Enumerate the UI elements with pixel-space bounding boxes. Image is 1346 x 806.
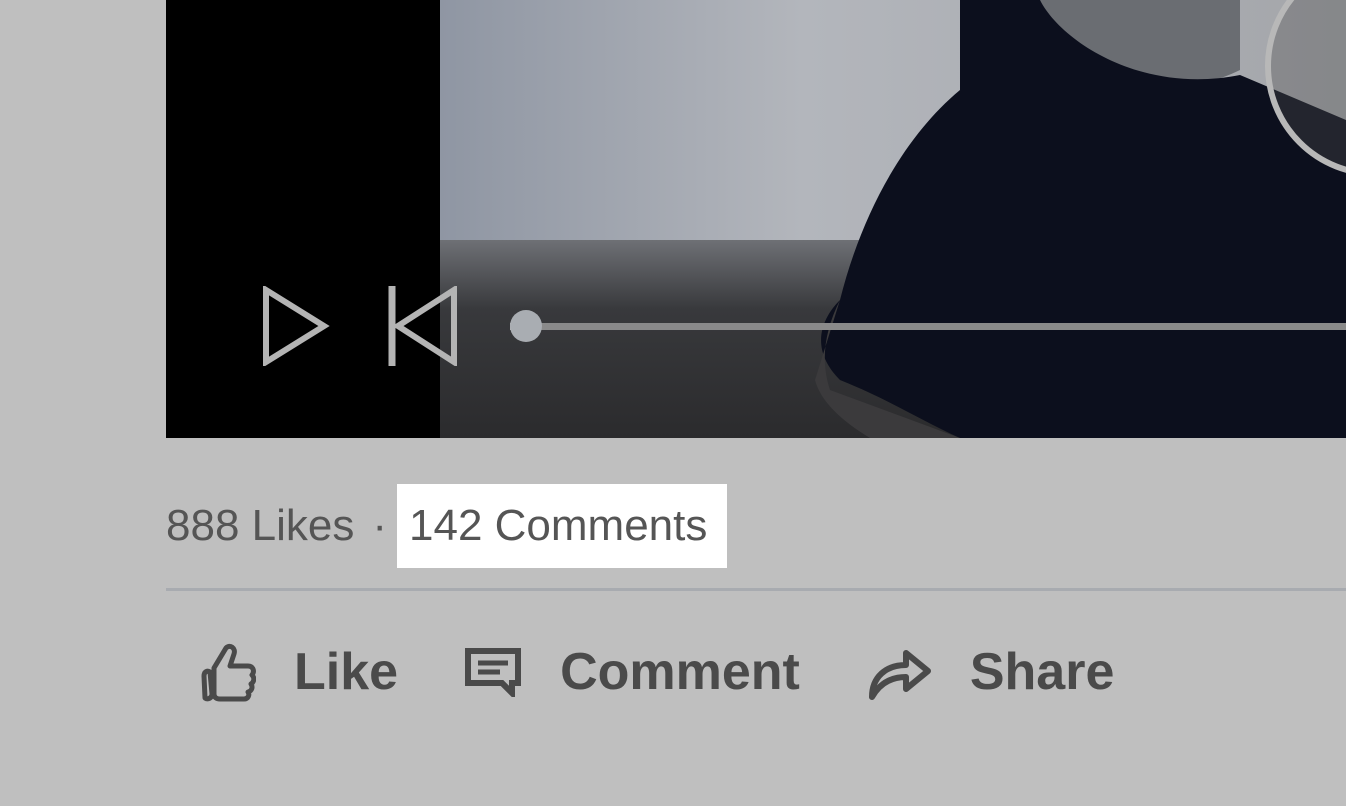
big-play-button[interactable] (1265, 0, 1346, 177)
video-progress-bar[interactable] (510, 309, 1346, 343)
share-label: Share (969, 643, 1115, 701)
divider (166, 588, 1346, 591)
action-bar: Like Comment Share (200, 630, 1180, 714)
video-still (440, 0, 1346, 438)
like-button[interactable]: Like (200, 642, 398, 702)
comment-label: Comment (560, 643, 800, 701)
video-frame (440, 0, 1346, 438)
video-player[interactable] (166, 0, 1346, 438)
stats-separator: · (372, 501, 388, 550)
comment-icon (465, 648, 522, 697)
play-icon[interactable] (262, 286, 332, 366)
share-icon (868, 650, 931, 700)
post-card: 888 Likes · 142 Comments Like Comment Sh (0, 0, 1346, 806)
comment-button[interactable]: Comment (464, 642, 800, 702)
like-label: Like (294, 643, 399, 701)
share-button[interactable]: Share (866, 642, 1115, 702)
play-icon (1271, 0, 1346, 171)
engagement-stats: 888 Likes · 142 Comments (166, 484, 728, 568)
progress-handle[interactable] (510, 310, 542, 342)
likes-count[interactable]: 888 Likes (166, 501, 354, 551)
thumbs-up-icon (201, 643, 256, 702)
progress-track (510, 323, 1346, 330)
skip-back-icon[interactable] (388, 286, 460, 366)
comments-count[interactable]: 142 Comments (397, 484, 728, 568)
